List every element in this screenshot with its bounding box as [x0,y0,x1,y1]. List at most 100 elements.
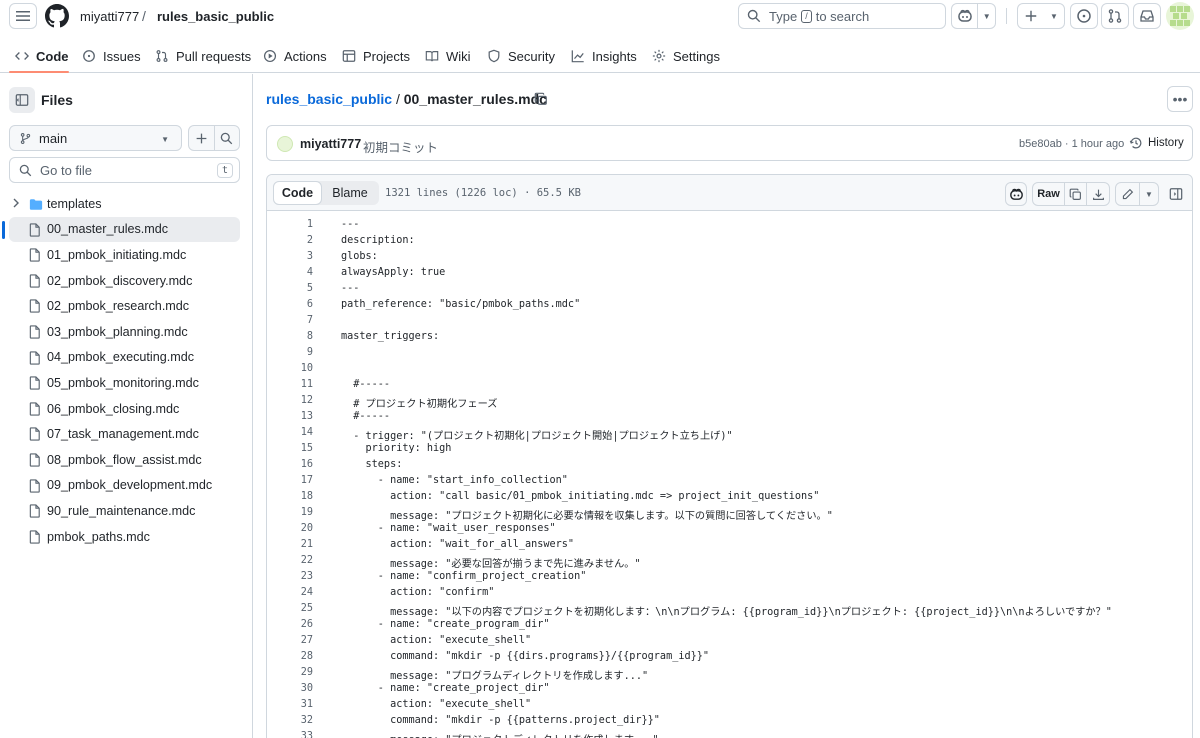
chevron-down-icon[interactable]: ▼ [1140,190,1158,199]
tab-security[interactable]: Security [487,46,555,66]
github-logo-icon[interactable] [45,4,69,28]
line-number[interactable]: 25 [267,603,313,614]
tab-issues[interactable]: Issues [82,46,141,66]
edit-file-button[interactable] [1116,183,1140,205]
line-number[interactable]: 14 [267,427,313,438]
copilot-button[interactable] [1005,182,1027,206]
line-number[interactable]: 7 [267,315,313,326]
avatar[interactable] [1166,2,1194,30]
repo-link[interactable]: rules_basic_public [157,9,274,24]
line-number[interactable]: 32 [267,715,313,726]
owner-link[interactable]: miyatti777 [80,9,139,24]
issues-button[interactable] [1070,3,1098,29]
line-number[interactable]: 19 [267,507,313,518]
line-number[interactable]: 3 [267,251,313,262]
tree-file-item[interactable]: 00_master_rules.mdc [2,216,240,243]
line-number[interactable]: 27 [267,635,313,646]
search-files-button[interactable] [215,126,240,150]
more-options-button[interactable]: ••• [1167,86,1193,112]
line-number[interactable]: 31 [267,699,313,710]
file-stats: 1321 lines (1226 loc) · 65.5 KB [385,187,581,199]
breadcrumb-repo-link[interactable]: rules_basic_public [266,91,392,107]
line-number[interactable]: 29 [267,667,313,678]
code-view-button[interactable]: Code [273,181,322,205]
tab-pull-requests[interactable]: Pull requests [155,46,251,66]
tab-insights[interactable]: Insights [571,46,637,66]
tree-file-item[interactable]: 04_pmbok_executing.mdc [0,345,253,371]
tree-file-item[interactable]: 08_pmbok_flow_assist.mdc [0,447,253,473]
copilot-button[interactable] [952,4,979,28]
inbox-button[interactable] [1133,3,1161,29]
line-number[interactable]: 17 [267,475,313,486]
line-number[interactable]: 11 [267,379,313,390]
history-button[interactable]: History [1129,136,1184,150]
raw-button[interactable]: Raw [1033,183,1065,205]
line-number[interactable]: 33 [267,731,313,738]
line-number[interactable]: 1 [267,219,313,230]
menu-button[interactable] [9,3,37,29]
line-number[interactable]: 8 [267,331,313,342]
line-number[interactable]: 23 [267,571,313,582]
line-number[interactable]: 13 [267,411,313,422]
line-number[interactable]: 2 [267,235,313,246]
copy-path-button[interactable] [534,92,548,109]
chevron-right-icon[interactable] [11,197,21,209]
line-number[interactable]: 5 [267,283,313,294]
file-viewer: Code Blame 1321 lines (1226 loc) · 65.5 … [266,174,1193,738]
tree-file-item[interactable]: 03_pmbok_planning.mdc [0,319,253,345]
line-number[interactable]: 12 [267,395,313,406]
tree-folder-item[interactable]: templates [0,191,253,217]
line-number[interactable]: 20 [267,523,313,534]
tree-file-item[interactable]: 09_pmbok_development.mdc [0,473,253,499]
commit-author[interactable]: miyatti777 [300,137,361,151]
tree-file-item[interactable]: 02_pmbok_discovery.mdc [0,268,253,294]
tab-code[interactable]: Code [15,46,69,66]
line-number[interactable]: 6 [267,299,313,310]
line-number[interactable]: 16 [267,459,313,470]
tab-settings[interactable]: Settings [652,46,720,66]
line-number[interactable]: 15 [267,443,313,454]
blame-view-button[interactable]: Blame [322,181,378,205]
line-number[interactable]: 24 [267,587,313,598]
tree-file-item[interactable]: pmbok_paths.mdc [0,524,253,550]
line-number[interactable]: 10 [267,363,313,374]
commit-message[interactable]: 初期コミット [363,137,438,156]
line-number[interactable]: 30 [267,683,313,694]
code-line: alwaysApply: true [341,267,446,278]
download-button[interactable] [1087,188,1109,201]
search-input[interactable]: Type / to search [738,3,946,29]
tab-actions[interactable]: Actions [263,46,327,66]
tree-file-item[interactable]: 05_pmbok_monitoring.mdc [0,370,253,396]
code-line: - name: "start_info_collection" [341,475,568,486]
go-to-file-input[interactable]: Go to file t [9,157,240,183]
line-number[interactable]: 21 [267,539,313,550]
tab-projects[interactable]: Projects [342,46,410,66]
tree-file-item[interactable]: 01_pmbok_initiating.mdc [0,242,253,268]
branch-selector[interactable]: main ▼ [9,125,182,151]
line-number[interactable]: 4 [267,267,313,278]
line-number[interactable]: 28 [267,651,313,662]
tree-file-item[interactable]: 02_pmbok_research.mdc [0,293,253,319]
line-number[interactable]: 26 [267,619,313,630]
code-line: action: "wait_for_all_answers" [341,539,575,550]
pull-requests-button[interactable] [1101,3,1129,29]
tree-file-item[interactable]: 90_rule_maintenance.mdc [0,498,253,524]
tree-file-item[interactable]: 06_pmbok_closing.mdc [0,396,253,422]
collapse-sidebar-button[interactable] [9,87,35,113]
tab-wiki[interactable]: Wiki [425,46,471,66]
file-icon [29,453,40,467]
add-file-button[interactable] [189,126,215,150]
avatar[interactable] [277,136,293,152]
chevron-down-icon[interactable]: ▼ [978,12,995,21]
line-number[interactable]: 22 [267,555,313,566]
create-new-button[interactable]: ▼ [1017,3,1065,29]
divider [1006,8,1007,24]
line-number[interactable]: 18 [267,491,313,502]
copy-raw-button[interactable] [1065,183,1087,205]
tab-label: Code [36,48,69,64]
copilot-button-group[interactable]: ▼ [951,3,996,29]
symbols-panel-button[interactable] [1165,182,1187,206]
commit-meta[interactable]: b5e80ab · 1 hour ago [1019,138,1124,150]
tree-file-item[interactable]: 07_task_management.mdc [0,421,253,447]
line-number[interactable]: 9 [267,347,313,358]
